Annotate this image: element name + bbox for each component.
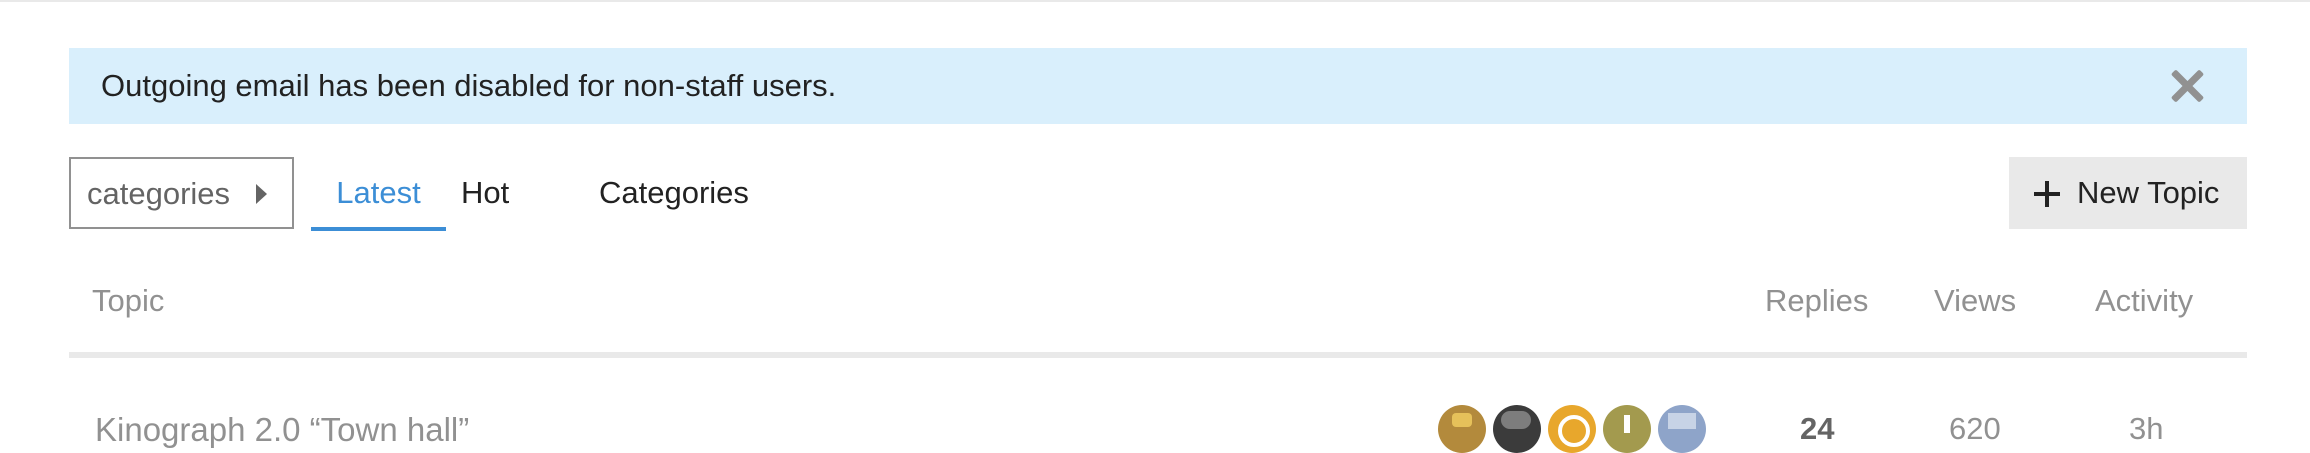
avatar[interactable] xyxy=(1548,405,1596,453)
topic-title-link[interactable]: Kinograph 2.0 “Town hall” xyxy=(95,410,469,450)
topic-list-header: Topic Replies Views Activity xyxy=(69,262,2247,358)
caret-right-icon xyxy=(256,184,267,204)
new-topic-label: New Topic xyxy=(2077,175,2220,210)
column-header-replies[interactable]: Replies xyxy=(1765,283,1868,319)
top-divider xyxy=(0,0,2310,2)
views-count: 620 xyxy=(1949,411,2001,446)
category-dropdown[interactable]: categories xyxy=(69,157,294,229)
column-header-topic[interactable]: Topic xyxy=(92,283,164,319)
global-notice-banner: Outgoing email has been disabled for non… xyxy=(69,48,2247,124)
category-dropdown-label: categories xyxy=(87,176,231,211)
global-notice-text: Outgoing email has been disabled for non… xyxy=(101,68,837,103)
avatar[interactable] xyxy=(1658,405,1706,453)
avatar[interactable] xyxy=(1603,405,1651,453)
activity-time[interactable]: 3h xyxy=(2129,410,2163,448)
active-tab-indicator xyxy=(311,227,446,231)
tab-hot-label: Hot xyxy=(461,175,510,210)
column-header-activity[interactable]: Activity xyxy=(2095,283,2193,319)
new-topic-button[interactable]: New Topic xyxy=(2009,157,2247,229)
avatar[interactable] xyxy=(1493,405,1541,453)
column-header-views[interactable]: Views xyxy=(1934,283,2016,319)
tab-categories[interactable]: Categories xyxy=(599,157,769,229)
close-icon[interactable] xyxy=(2169,68,2205,104)
replies-count: 24 xyxy=(1800,411,1835,446)
tab-hot[interactable]: Hot xyxy=(461,157,551,229)
tab-latest-label: Latest xyxy=(336,175,421,210)
navigation-bar: categories Latest Hot Categories New Top… xyxy=(69,157,2247,231)
table-row: Kinograph 2.0 “Town hall” 24 620 3h xyxy=(69,358,2247,453)
tab-latest[interactable]: Latest xyxy=(311,157,446,231)
avatar[interactable] xyxy=(1438,405,1486,453)
plus-icon xyxy=(2034,181,2060,207)
tab-categories-label: Categories xyxy=(599,175,749,210)
